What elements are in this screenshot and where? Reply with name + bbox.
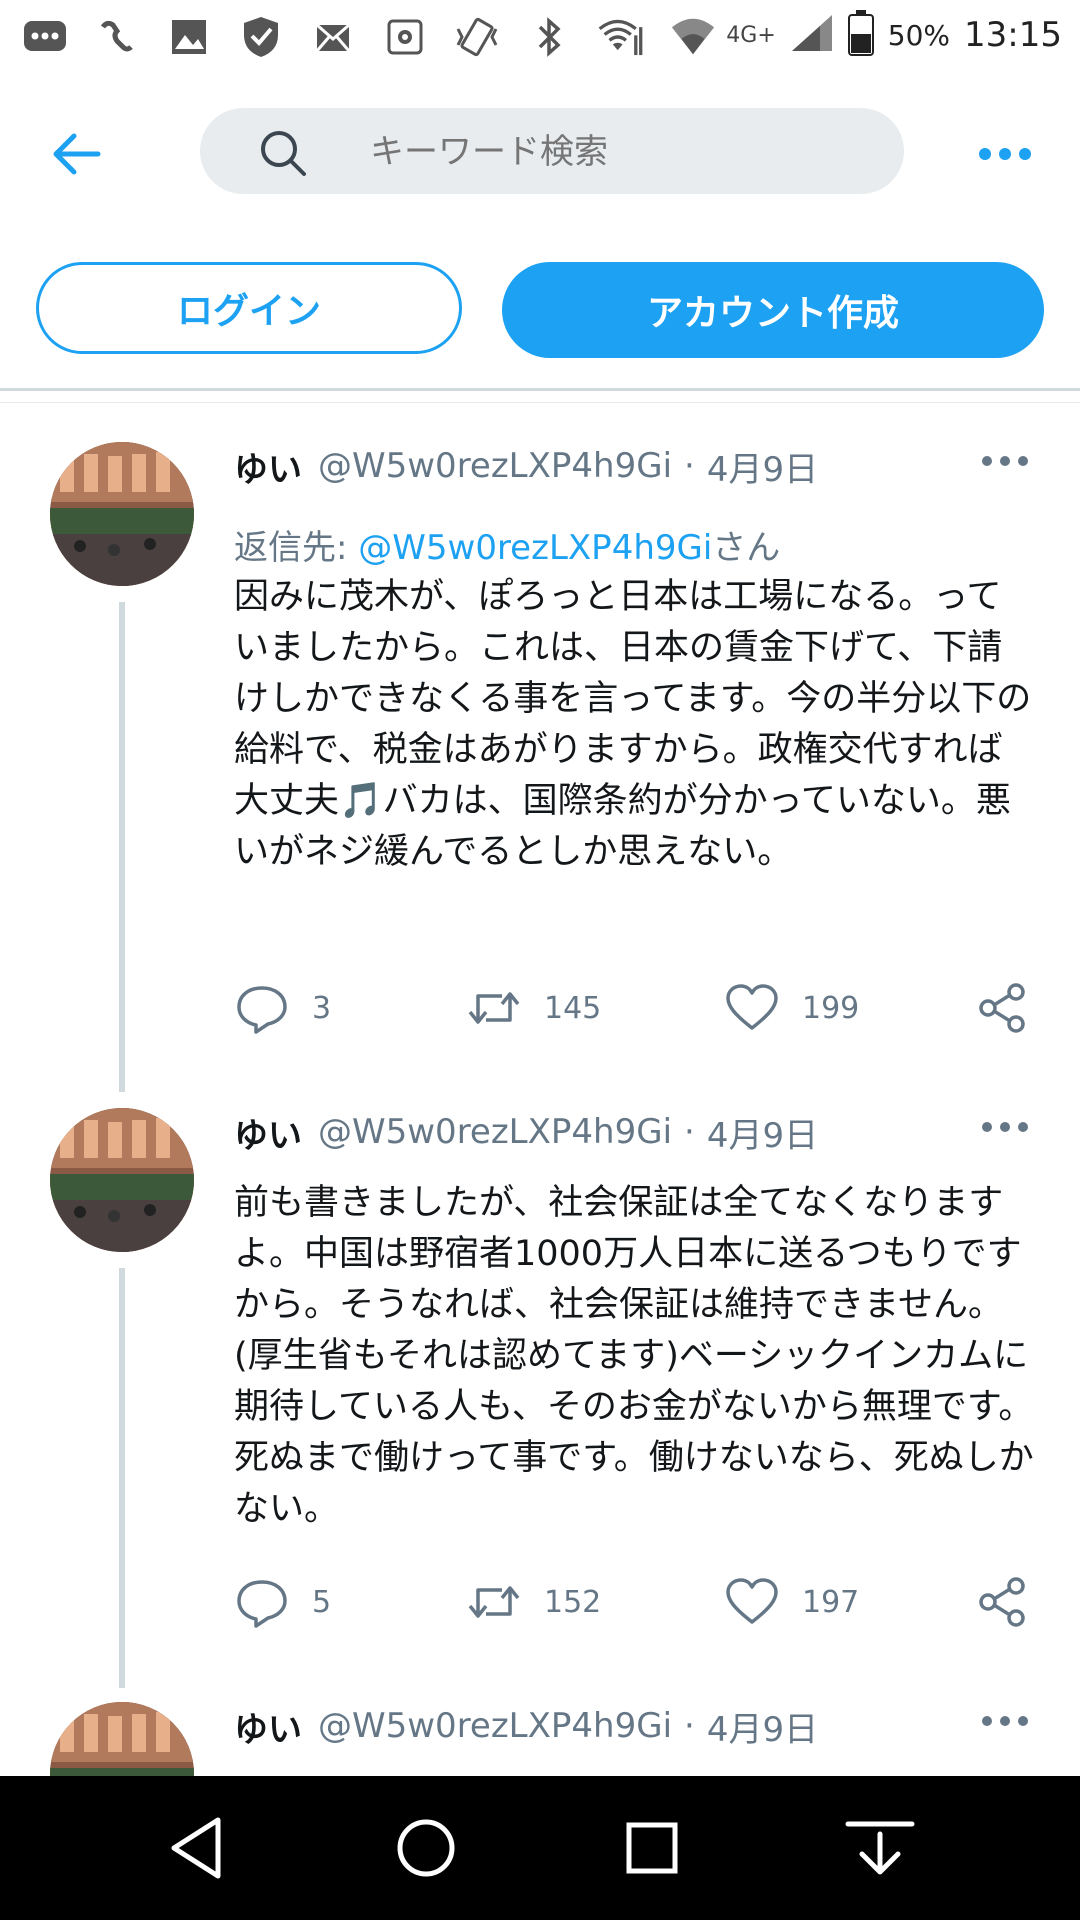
thread-line: [119, 602, 125, 1092]
share-button[interactable]: [974, 978, 1030, 1038]
reply-mention-link[interactable]: @W5w0rezLXP4h9Gi: [358, 528, 712, 568]
image-icon: [166, 14, 212, 60]
create-account-button[interactable]: アカウント作成: [502, 262, 1044, 358]
display-name[interactable]: ゆい: [234, 442, 302, 491]
wifi-signal-icon: [598, 14, 644, 60]
reply-icon: [237, 1580, 287, 1628]
separator: ·: [684, 1706, 695, 1746]
tweet-actions: 5 152 197: [234, 1572, 1034, 1632]
clock: 13:15: [964, 15, 1062, 55]
retweet-count: 152: [544, 1584, 602, 1620]
system-nav-bar: [0, 1776, 1080, 1920]
nav-back-button[interactable]: [160, 1812, 232, 1884]
status-right: 4G+ 50% 13:15: [726, 10, 1062, 60]
more-icon: [982, 1122, 992, 1132]
back-triangle-icon: [171, 1817, 221, 1879]
back-arrow-icon: [53, 133, 101, 175]
reply-count: 5: [312, 1584, 332, 1620]
reply-suffix: さん: [712, 528, 781, 568]
reply-button[interactable]: 3: [234, 978, 331, 1038]
home-circle-icon: [397, 1819, 455, 1877]
vibrate-icon: [454, 14, 500, 60]
tweet-more-button[interactable]: [982, 1716, 1028, 1726]
tweet-header: ゆい @W5w0rezLXP4h9Gi · 4月9日: [234, 1702, 818, 1750]
bluetooth-icon: [526, 14, 572, 60]
more-icon: [979, 148, 991, 160]
divider: [0, 402, 1080, 403]
wifi-icon: [670, 14, 716, 60]
tweet-date[interactable]: 4月9日: [707, 1108, 818, 1157]
search-bar[interactable]: [200, 108, 904, 196]
reply-to-line: 返信先: @W5w0rezLXP4h9Giさん: [234, 520, 780, 569]
tweet-more-button[interactable]: [982, 456, 1028, 466]
reply-icon: [237, 986, 287, 1034]
like-button[interactable]: 197: [724, 1572, 859, 1632]
retweet-icon: [468, 1586, 520, 1618]
reply-prefix: 返信先:: [234, 528, 359, 568]
more-icon: [982, 456, 992, 466]
more-options-button[interactable]: [970, 134, 1040, 174]
share-icon: [979, 983, 1025, 1033]
nav-notifications-button[interactable]: [844, 1812, 916, 1884]
thread-line: [119, 1268, 125, 1688]
status-bar: 4G+ 50% 13:15: [0, 0, 1080, 78]
battery-icon: [847, 10, 874, 60]
user-handle[interactable]: @W5w0rezLXP4h9Gi: [318, 1706, 672, 1746]
top-bar: [0, 78, 1080, 228]
tweet-date[interactable]: 4月9日: [707, 1702, 818, 1751]
share-icon: [979, 1577, 1025, 1627]
like-count: 197: [802, 1584, 860, 1620]
divider: [0, 388, 1080, 391]
avatar[interactable]: [50, 1702, 194, 1776]
reply-count: 3: [312, 990, 332, 1026]
display-name[interactable]: ゆい: [234, 1108, 302, 1157]
tweet-text: 前も書きましたが、社会保証は全てなくなりますよ。中国は野宿者1000万人日本に送…: [234, 1183, 1034, 1529]
like-button[interactable]: 199: [724, 978, 859, 1038]
search-icon: [261, 131, 306, 176]
message-icon: [22, 14, 68, 60]
display-name[interactable]: ゆい: [234, 1702, 302, 1751]
network-type: 4G+: [726, 22, 776, 48]
back-button[interactable]: [44, 122, 108, 186]
share-button[interactable]: [974, 1572, 1030, 1632]
auth-buttons: ログイン アカウント作成: [0, 262, 1080, 358]
more-icon: [982, 1716, 992, 1726]
tweet[interactable]: ゆい @W5w0rezLXP4h9Gi · 4月9日: [0, 1702, 1080, 1776]
settings-icon: [382, 14, 428, 60]
shield-check-icon: [238, 14, 284, 60]
like-count: 199: [802, 990, 860, 1026]
nav-home-button[interactable]: [390, 1812, 462, 1884]
tweet-more-button[interactable]: [982, 1122, 1028, 1132]
tweet-header: ゆい @W5w0rezLXP4h9Gi · 4月9日: [234, 1108, 818, 1156]
wifi-call-icon: [94, 14, 140, 60]
retweet-count: 145: [544, 990, 602, 1026]
heart-icon: [726, 984, 778, 1030]
tweet[interactable]: ゆい @W5w0rezLXP4h9Gi · 4月9日 返信先: @W5w0rez…: [0, 442, 1080, 1092]
retweet-icon: [468, 992, 520, 1024]
tweet-date[interactable]: 4月9日: [707, 442, 818, 491]
cell-signal-icon: [790, 13, 834, 57]
tweet-text: 因みに茂木が、ぽろっと日本は工場になる。っていましたから。これは、日本の賃金下げ…: [234, 577, 1032, 872]
tweet-header: ゆい @W5w0rezLXP4h9Gi · 4月9日: [234, 442, 818, 490]
pull-down-icon: [845, 1821, 915, 1875]
search-input[interactable]: [368, 108, 872, 196]
avatar[interactable]: [50, 1108, 194, 1252]
tweet[interactable]: ゆい @W5w0rezLXP4h9Gi · 4月9日 前も書きましたが、社会保証…: [0, 1108, 1080, 1688]
separator: ·: [684, 1112, 695, 1152]
mail-icon: [310, 14, 356, 60]
retweet-button[interactable]: 145: [466, 978, 601, 1038]
avatar[interactable]: [50, 442, 194, 586]
nav-recents-button[interactable]: [616, 1812, 688, 1884]
login-button[interactable]: ログイン: [36, 262, 462, 354]
heart-icon: [726, 1578, 778, 1624]
user-handle[interactable]: @W5w0rezLXP4h9Gi: [318, 1112, 672, 1152]
user-handle[interactable]: @W5w0rezLXP4h9Gi: [318, 446, 672, 486]
tweet-actions: 3 145 199: [234, 978, 1034, 1038]
retweet-button[interactable]: 152: [466, 1572, 601, 1632]
recents-square-icon: [626, 1822, 678, 1874]
battery-percent: 50%: [887, 18, 951, 52]
reply-button[interactable]: 5: [234, 1572, 331, 1632]
separator: ·: [684, 446, 695, 486]
notification-icons: [22, 14, 716, 60]
